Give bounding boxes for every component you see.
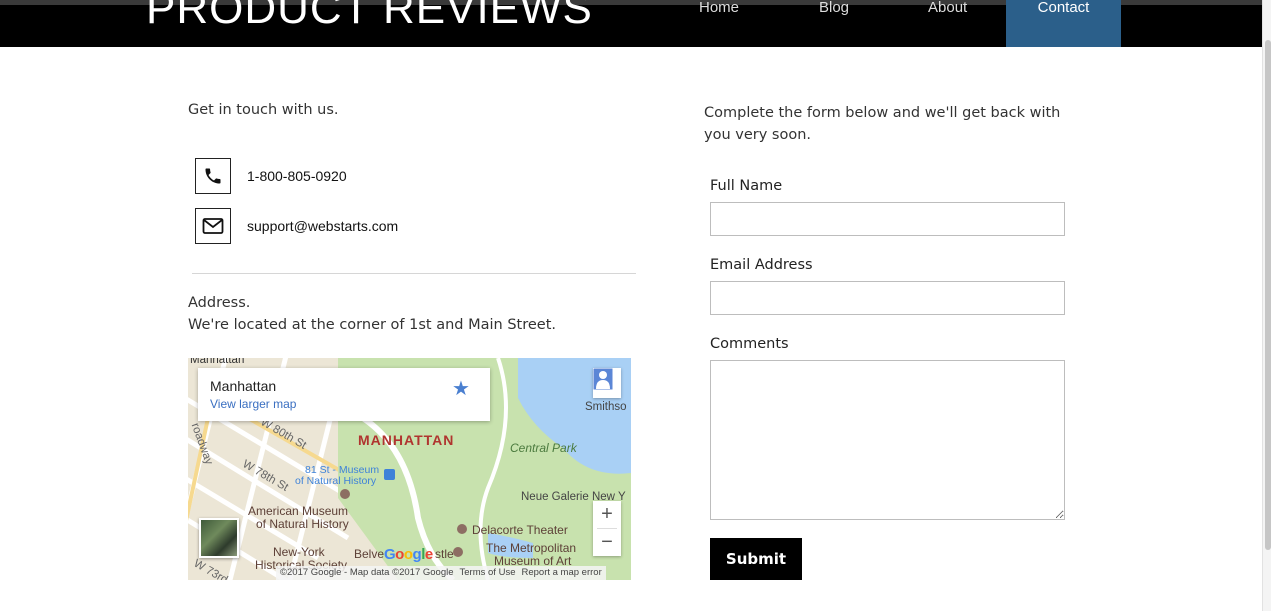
map-label-manhattan: MANHATTAN [358, 432, 455, 448]
email-label: Email Address [710, 257, 813, 273]
map-label-amnh-2: of Natural History [256, 517, 349, 531]
map-label-met-1: The Metropolitan [486, 541, 577, 555]
envelope-icon [195, 208, 231, 244]
email-row: support@webstarts.com [195, 208, 398, 244]
page-scrollbar[interactable] [1262, 0, 1271, 611]
map-label-81st-museum-2: of Natural History [295, 475, 377, 487]
map-terms-link[interactable]: Terms of Use [460, 567, 516, 579]
scrollbar-thumb[interactable] [1265, 40, 1271, 550]
email-address[interactable]: support@webstarts.com [247, 218, 398, 234]
nav-about[interactable]: About [928, 0, 967, 16]
site-logo[interactable]: PRODUCT REVIEWS [146, 0, 593, 34]
comments-textarea[interactable] [710, 360, 1065, 520]
map-zoom-controls: + − [593, 501, 621, 556]
star-icon[interactable]: ★ [452, 376, 470, 401]
view-larger-map-link[interactable]: View larger map [210, 397, 296, 411]
submit-button[interactable]: Submit [710, 538, 802, 580]
zoom-out-button[interactable]: − [593, 529, 621, 556]
site-header: PRODUCT REVIEWS Home Blog About Contact [0, 0, 1262, 47]
map-footer: ©2017 Google - Map data ©2017 Google Ter… [276, 566, 606, 580]
map-label-belvedere: Belve [354, 547, 385, 561]
phone-number[interactable]: 1-800-805-0920 [247, 168, 347, 184]
map-label-amnh-1: American Museum [248, 504, 349, 518]
map-label-central-park: Central Park [510, 441, 577, 455]
map-card-title: Manhattan [210, 378, 277, 394]
nav-blog[interactable]: Blog [819, 0, 849, 16]
map-info-card: Manhattan View larger map ★ [198, 368, 490, 421]
map-label-manhattan-top: Manhattan [190, 358, 245, 366]
comments-label: Comments [710, 336, 789, 352]
map-label-delacorte: Delacorte Theater [472, 523, 568, 537]
phone-row: 1-800-805-0920 [195, 158, 347, 194]
nav-contact[interactable]: Contact [1006, 0, 1121, 47]
map-copyright: ©2017 Google - Map data ©2017 Google [280, 567, 454, 578]
nav-home[interactable]: Home [699, 0, 739, 16]
embedded-map[interactable]: Manhattan MANHATTAN Central Park 81 St -… [188, 358, 631, 580]
contact-intro: Get in touch with us. [188, 102, 339, 118]
address-title: Address. [188, 295, 251, 311]
satellite-toggle-button[interactable] [199, 518, 239, 558]
map-label-castle: stle [435, 547, 454, 561]
full-name-label: Full Name [710, 178, 783, 194]
street-view-pegman-icon[interactable] [593, 368, 621, 398]
address-line: We're located at the corner of 1st and M… [188, 317, 557, 333]
map-label-smithsonian: Smithso [585, 401, 627, 413]
form-intro: Complete the form below and we'll get ba… [704, 105, 1061, 143]
section-divider [192, 273, 636, 274]
google-logo: Google [384, 546, 433, 563]
full-name-input[interactable] [710, 202, 1065, 236]
phone-icon [195, 158, 231, 194]
map-label-nyhs-1: New-York [273, 545, 325, 559]
map-report-error-link[interactable]: Report a map error [521, 567, 601, 579]
email-input[interactable] [710, 281, 1065, 315]
zoom-in-button[interactable]: + [593, 501, 621, 528]
